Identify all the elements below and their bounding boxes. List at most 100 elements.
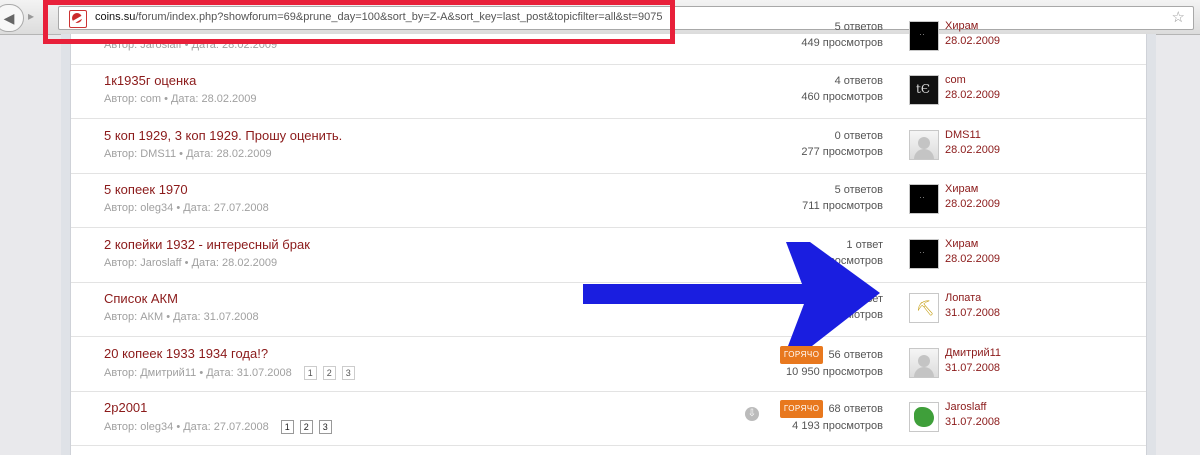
reply-count[interactable]: 68 ответов [828, 403, 883, 415]
hot-badge: ГОРЯЧО [779, 346, 824, 364]
topic-author[interactable]: Дмитрий11 [140, 367, 196, 379]
view-count: 4 193 просмотров [792, 420, 883, 432]
topic-author[interactable]: oleg34 [140, 421, 173, 433]
last-post-date[interactable]: 28.02.2009 [945, 198, 1000, 210]
last-post-date[interactable]: 28.02.2009 [945, 35, 1000, 47]
topic-meta: Автор: oleg34 • Дата: 27.07.2008 1 2 3 [104, 420, 332, 434]
back-button[interactable]: ◀ [0, 4, 24, 32]
last-poster-name[interactable]: Хирам [945, 238, 978, 250]
topic-row: 1к1935г оценка Автор: com • Дата: 28.02.2… [71, 64, 1146, 119]
topic-title-link[interactable]: 2 копейки 1932 - интересный брак [104, 237, 310, 252]
topic-meta: Автор: Дмитрий11 • Дата: 31.07.2008 1 2 3 [104, 366, 355, 380]
topic-date: 31.07.2008 [203, 311, 259, 323]
last-post-date[interactable]: 31.07.2008 [945, 307, 1000, 319]
topic-stats: ГОРЯЧО 68 ответов 4 193 просмотров [779, 400, 883, 434]
page-link-2[interactable]: 2 [299, 420, 313, 434]
topic-author[interactable]: com [140, 93, 161, 105]
view-count: 303 просмотров [801, 255, 883, 267]
last-post-date[interactable]: 31.07.2008 [945, 416, 1000, 428]
topic-stats: ГОРЯЧО 56 ответов 10 950 просмотров [779, 346, 883, 380]
last-poster-name[interactable]: Дмитрий11 [945, 347, 1001, 359]
date-prefix: • Дата: [176, 202, 211, 214]
topic-title-link[interactable]: 20 копеек 1933 1934 года!? [104, 346, 268, 361]
topic-title-link[interactable]: 5 коп 1929, 3 коп 1929. Прошу оценить. [104, 128, 342, 143]
topic-title-link[interactable]: 5 копеек 1970 [104, 182, 188, 197]
last-poster-name[interactable]: Хирам [945, 20, 978, 32]
last-post-date[interactable]: 28.02.2009 [945, 89, 1000, 101]
last-post-date[interactable]: 31.07.2008 [945, 362, 1000, 374]
date-prefix: • Дата: [184, 257, 219, 269]
down-arrow-icon[interactable]: ⇩ [745, 407, 759, 421]
topic-stats: 0 ответов 277 просмотров [801, 128, 883, 160]
last-poster-avatar[interactable] [909, 184, 939, 214]
topic-title-link[interactable]: 2р2001 [104, 400, 147, 415]
topic-row: Список АКМ Автор: АКМ • Дата: 31.07.2008 2… [71, 282, 1146, 337]
last-poster-name[interactable]: Лопата [945, 292, 981, 304]
topic-meta: Автор: Jaroslaff • Дата: 28.02.2009 [104, 257, 277, 269]
last-poster-avatar[interactable] [909, 402, 939, 432]
reply-count[interactable]: 5 ответов [835, 184, 883, 196]
date-prefix: • Дата: [176, 421, 211, 433]
author-prefix: Автор: [104, 367, 138, 379]
topic-stats: 5 ответов 711 просмотров [802, 182, 883, 214]
bookmark-star-icon[interactable]: ☆ [1172, 8, 1185, 26]
topic-stats: 2 ответ 278 просмотров [801, 291, 883, 323]
last-poster-name[interactable]: DMS11 [945, 129, 981, 141]
topic-meta: Автор: com • Дата: 28.02.2009 [104, 93, 257, 105]
page-links: 123 [275, 420, 332, 434]
last-poster-avatar[interactable] [909, 348, 939, 378]
last-post-date[interactable]: 28.02.2009 [945, 144, 1000, 156]
topic-meta: Автор: oleg34 • Дата: 27.07.2008 [104, 202, 269, 214]
last-poster-name[interactable]: Jaroslaff [945, 401, 986, 413]
page-link-2[interactable]: 2 [322, 366, 336, 380]
topic-author[interactable]: DMS11 [140, 148, 176, 160]
last-poster-name[interactable]: com [945, 74, 966, 86]
date-prefix: • Дата: [164, 93, 199, 105]
date-prefix: • Дата: [179, 148, 214, 160]
author-prefix: Автор: [104, 421, 138, 433]
topic-row: 2 копейки 1932 - интересный брак Автор: J… [71, 228, 1146, 283]
reply-count[interactable]: 5 ответов [835, 21, 883, 33]
date-prefix: • Дата: [166, 311, 201, 323]
topic-author[interactable]: Jaroslaff [140, 39, 181, 51]
topic-date: 28.02.2009 [222, 39, 278, 51]
page-link-3[interactable]: 3 [341, 366, 355, 380]
topic-date: 28.02.2009 [216, 148, 272, 160]
topic-row: Автор: Jaroslaff • Дата: 28.02.2009 5 отв… [71, 10, 1146, 65]
last-poster-avatar[interactable] [909, 239, 939, 269]
date-prefix: • Дата: [184, 39, 219, 51]
view-count: 10 950 просмотров [786, 366, 883, 378]
date-prefix: • Дата: [199, 367, 234, 379]
view-count: 278 просмотров [801, 309, 883, 321]
topic-title-link[interactable]: 1к1935г оценка [104, 73, 196, 88]
topic-date: 28.02.2009 [222, 257, 278, 269]
topic-date: 27.07.2008 [213, 421, 269, 433]
topic-author[interactable]: Jaroslaff [140, 257, 181, 269]
last-poster-avatar[interactable] [909, 21, 939, 51]
last-poster-avatar[interactable] [909, 75, 939, 105]
last-post-date[interactable]: 28.02.2009 [945, 253, 1000, 265]
reply-count[interactable]: 4 ответов [835, 75, 883, 87]
forward-arrow-icon[interactable]: ▸ [28, 9, 34, 23]
back-arrow-icon: ◀ [3, 10, 15, 26]
topic-row: 5 копеек 1970 Автор: oleg34 • Дата: 27.07… [71, 173, 1146, 228]
reply-count[interactable]: 1 ответ [846, 239, 883, 251]
author-prefix: Автор: [104, 311, 138, 323]
topic-author[interactable]: oleg34 [140, 202, 173, 214]
topic-title-link[interactable]: Список АКМ [104, 291, 178, 306]
topic-row: 20 копеек 1933 1934 года!? Автор: Дмитрий… [71, 337, 1146, 392]
reply-count[interactable]: 56 ответов [828, 349, 883, 361]
page-links: 123 [298, 366, 355, 380]
topic-date: 28.02.2009 [201, 93, 257, 105]
page-link-3[interactable]: 3 [318, 420, 332, 434]
reply-count[interactable]: 0 ответов [835, 130, 883, 142]
last-poster-avatar[interactable] [909, 293, 939, 323]
last-poster-avatar[interactable] [909, 130, 939, 160]
topic-author[interactable]: АКМ [140, 311, 163, 323]
page-link-1[interactable]: 1 [303, 366, 317, 380]
last-poster-name[interactable]: Хирам [945, 183, 978, 195]
topic-stats: 5 ответов 449 просмотров [801, 19, 883, 51]
topic-meta: Автор: АКМ • Дата: 31.07.2008 [104, 311, 259, 323]
reply-count[interactable]: 2 ответ [846, 293, 883, 305]
page-link-1[interactable]: 1 [280, 420, 294, 434]
